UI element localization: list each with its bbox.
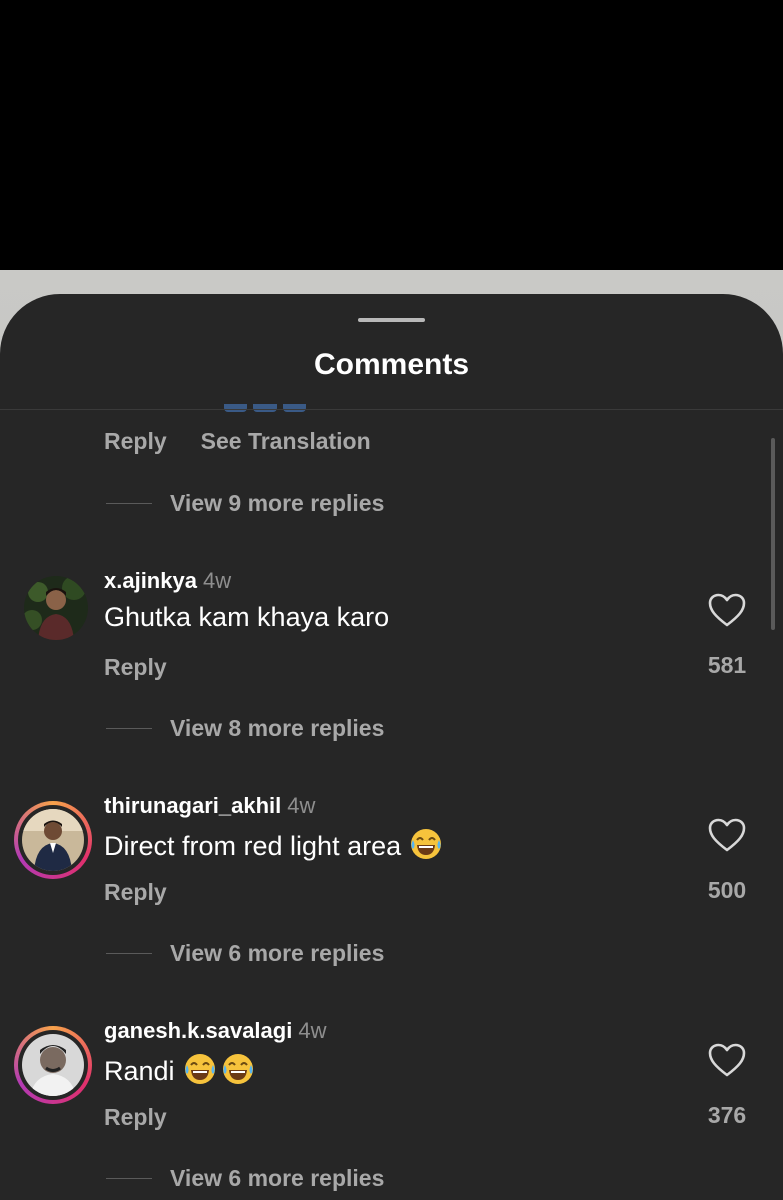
- username[interactable]: ganesh.k.savalagi: [104, 1018, 292, 1043]
- comment-text-body: Randi: [104, 1056, 175, 1086]
- header-divider: [0, 409, 783, 410]
- replies-divider-line: [106, 1178, 152, 1179]
- comment-text-body: Ghutka kam khaya karo: [104, 602, 390, 632]
- like-count: 500: [707, 877, 747, 903]
- timestamp: 4w: [298, 1018, 327, 1043]
- view-replies-label: View 6 more replies: [170, 1165, 385, 1191]
- heart-icon[interactable]: [707, 817, 747, 853]
- comment-text: Randi: [104, 1052, 255, 1087]
- replies-divider-line: [106, 728, 152, 729]
- view-replies-button[interactable]: View 6 more replies: [106, 1165, 384, 1192]
- avatar-image: [22, 1034, 84, 1096]
- replies-divider-line: [106, 503, 152, 504]
- avatar-image: [22, 809, 84, 871]
- comment-header: x.ajinkya 4w: [104, 568, 231, 594]
- avatar-image: [24, 576, 88, 640]
- view-replies-label: View 8 more replies: [170, 715, 385, 741]
- avatar-ring-gap: [18, 805, 88, 875]
- replies-divider-line: [106, 953, 152, 954]
- face-with-tears-of-joy-icon: [183, 1052, 217, 1086]
- clipped-emoji: [224, 404, 306, 412]
- see-translation-button[interactable]: See Translation: [201, 428, 371, 455]
- reply-button[interactable]: Reply: [104, 1104, 167, 1131]
- like-count: 581: [707, 652, 747, 678]
- drag-handle[interactable]: [358, 318, 425, 322]
- avatar-with-story-ring[interactable]: [14, 801, 92, 879]
- sheet-title: Comments: [313, 348, 470, 381]
- view-replies-button[interactable]: View 6 more replies: [106, 940, 384, 967]
- face-with-tears-of-joy-icon: [409, 827, 443, 861]
- heart-icon[interactable]: [707, 592, 747, 628]
- comment-text: Direct from red light area: [104, 827, 443, 862]
- avatar-ring-gap: [18, 1030, 88, 1100]
- view-replies-label: View 9 more replies: [170, 490, 385, 516]
- heart-icon[interactable]: [707, 1042, 747, 1078]
- reply-button[interactable]: Reply: [104, 428, 167, 455]
- avatar[interactable]: [14, 576, 92, 654]
- comment-header: ganesh.k.savalagi 4w: [104, 1018, 326, 1044]
- comment-text-body: Direct from red light area: [104, 831, 402, 861]
- comment-header: thirunagari_akhil 4w: [104, 793, 315, 819]
- top-comment-actions: Reply See Translation: [104, 428, 371, 455]
- view-replies-label: View 6 more replies: [170, 940, 385, 966]
- view-replies-button[interactable]: View 9 more replies: [106, 490, 384, 517]
- timestamp: 4w: [287, 793, 316, 818]
- reply-button[interactable]: Reply: [104, 879, 167, 906]
- comments-sheet: Comments Reply See Translation View 9 mo…: [0, 294, 783, 1200]
- face-with-tears-of-joy-icon: [221, 1052, 255, 1086]
- reply-button[interactable]: Reply: [104, 654, 167, 681]
- username[interactable]: x.ajinkya: [104, 568, 197, 593]
- comment-text: Ghutka kam khaya karo: [104, 602, 389, 633]
- avatar-with-story-ring[interactable]: [14, 1026, 92, 1104]
- username[interactable]: thirunagari_akhil: [104, 793, 281, 818]
- like-count: 376: [707, 1102, 747, 1128]
- view-replies-button[interactable]: View 8 more replies: [106, 715, 384, 742]
- timestamp: 4w: [202, 568, 232, 593]
